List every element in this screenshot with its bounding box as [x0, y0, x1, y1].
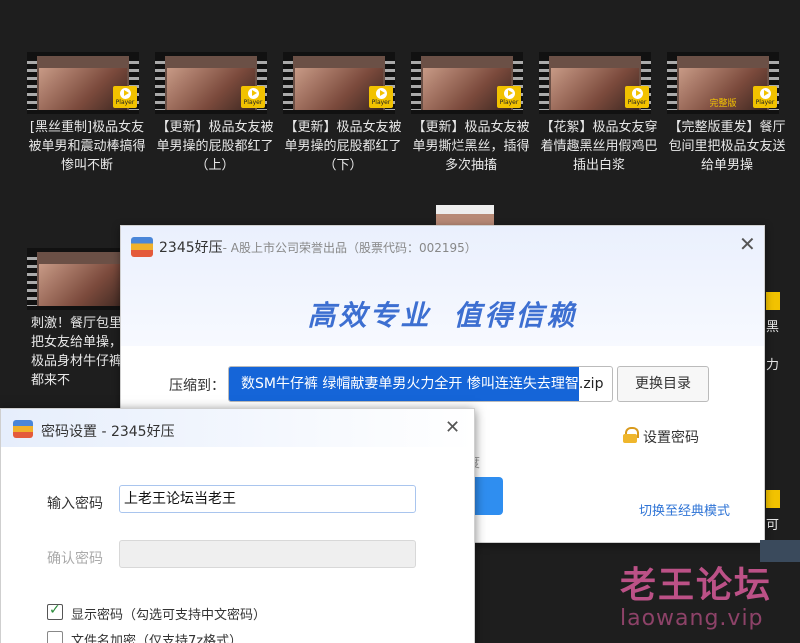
- classic-mode-link[interactable]: 切换至经典模式: [639, 500, 730, 519]
- lock-icon[interactable]: [623, 427, 639, 443]
- video-title[interactable]: 【完整版重发】餐厅包间里把极品女友送给单男操: [667, 118, 787, 175]
- video-thumbnail[interactable]: Player: [539, 52, 651, 114]
- player-badge: Player: [753, 86, 777, 108]
- encrypt-filenames-label: 文件名加密（仅支持7z格式）: [71, 634, 243, 643]
- encrypt-filenames-checkbox[interactable]: [47, 631, 63, 643]
- video-title[interactable]: 【更新】极品女友被单男撕烂黑丝，插得多次抽搐: [411, 118, 531, 175]
- video-thumbnail[interactable]: Player: [155, 52, 267, 114]
- slogan-banner: 高效专业 值得信赖: [307, 299, 578, 332]
- video-title[interactable]: [黑丝重制]极品女友被单男和震动棒搞得惨叫不断: [27, 118, 147, 175]
- video-title[interactable]: 【花絮】极品女友穿着情趣黑丝用假鸡巴插出白浆: [539, 118, 659, 175]
- player-badge: Player: [369, 86, 393, 108]
- path-selected-text: 数SM牛仔裤 绿帽献妻单男火力全开 惨叫连连失去理智: [229, 367, 579, 401]
- site-watermark: 老王论坛: [620, 565, 773, 606]
- player-badge: Player: [625, 86, 649, 108]
- show-password-checkbox[interactable]: [47, 602, 63, 620]
- video-title[interactable]: 【更新】极品女友被单男操的屁股都红了（上）: [155, 118, 275, 175]
- close-icon[interactable]: ✕: [739, 232, 756, 256]
- edge-text-fragment: 可: [766, 518, 780, 533]
- video-card-4[interactable]: Player 【更新】极品女友被单男撕烂黑丝，插得多次抽搐: [411, 52, 535, 175]
- play-icon: [631, 88, 643, 99]
- password-label: 输入密码: [47, 496, 103, 512]
- close-icon[interactable]: ✕: [445, 417, 460, 438]
- video-card-1[interactable]: Player [黑丝重制]极品女友被单男和震动棒搞得惨叫不断: [27, 52, 151, 175]
- video-card-5[interactable]: Player 【花絮】极品女友穿着情趣黑丝用假鸡巴插出白浆: [539, 52, 663, 175]
- output-path-field[interactable]: 数SM牛仔裤 绿帽献妻单男火力全开 惨叫连连失去理智.zip: [228, 366, 613, 402]
- player-badge: Player: [497, 86, 521, 108]
- compress-window-title: 2345好压- A股上市公司荣誉出品（股票代码：002195）: [159, 240, 477, 256]
- video-thumbnail[interactable]: 完整版 Player: [667, 52, 779, 114]
- video-title[interactable]: 刺激！餐厅包里把女友给单操，极品身材牛仔裤都来不: [27, 314, 127, 390]
- play-icon: [759, 88, 771, 99]
- edge-text-fragment: 力: [766, 358, 780, 373]
- change-directory-button[interactable]: 更换目录: [617, 366, 709, 402]
- edge-text-fragment: 黑: [766, 320, 780, 335]
- video-thumbnail[interactable]: Player: [27, 52, 139, 114]
- compress-to-label: 压缩到：: [169, 378, 225, 394]
- play-icon: [119, 88, 131, 99]
- edge-badge: [766, 490, 780, 508]
- password-dialog-title: 密码设置 - 2345好压: [41, 424, 175, 440]
- player-badge: Player: [113, 86, 137, 108]
- password-input[interactable]: 上老王论坛当老王: [119, 485, 416, 513]
- set-password-link[interactable]: 设置密码: [643, 427, 699, 447]
- video-card-2[interactable]: Player 【更新】极品女友被单男操的屁股都红了（上）: [155, 52, 279, 175]
- site-watermark-url: laowang.vip: [620, 606, 764, 631]
- video-card-6[interactable]: 完整版 Player 【完整版重发】餐厅包间里把极品女友送给单男操: [667, 52, 791, 175]
- haozip-app-icon: [13, 420, 33, 438]
- video-thumbnail-partial[interactable]: [436, 205, 494, 227]
- player-badge: Player: [241, 86, 265, 108]
- play-icon: [503, 88, 515, 99]
- video-card-3[interactable]: Player 【更新】极品女友被单男操的屁股都红了（下）: [283, 52, 407, 175]
- path-extension: .zip: [578, 376, 604, 392]
- haozip-app-icon: [131, 237, 153, 257]
- video-thumbnail[interactable]: Player: [411, 52, 523, 114]
- edge-badge: [766, 292, 780, 310]
- confirm-password-label: 确认密码: [47, 551, 103, 567]
- show-password-label: 显示密码（勾选可支持中文密码）: [71, 608, 267, 623]
- play-icon: [375, 88, 387, 99]
- video-title[interactable]: 【更新】极品女友被单男操的屁股都红了（下）: [283, 118, 403, 175]
- compress-window-subtitle: - A股上市公司荣誉出品（股票代码：002195）: [222, 241, 477, 255]
- password-dialog: 密码设置 - 2345好压 ✕ 输入密码 上老王论坛当老王 确认密码 显示密码（…: [0, 408, 475, 643]
- play-icon: [247, 88, 259, 99]
- confirm-password-input[interactable]: [119, 540, 416, 568]
- video-thumbnail[interactable]: Player: [283, 52, 395, 114]
